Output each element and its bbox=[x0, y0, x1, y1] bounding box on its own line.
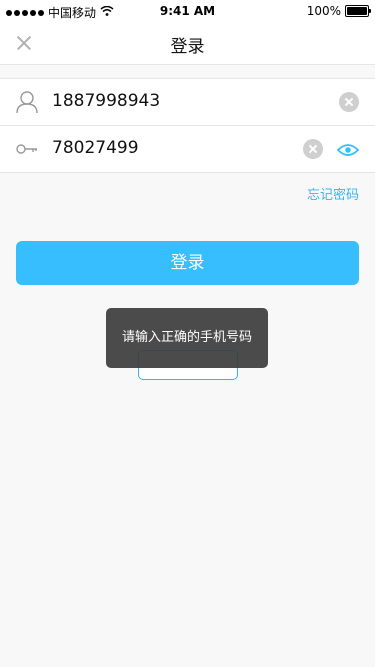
battery-label: 100% bbox=[306, 4, 341, 18]
password-row: 78027499 bbox=[0, 125, 375, 172]
key-icon bbox=[14, 136, 40, 162]
password-input[interactable]: 78027499 bbox=[52, 138, 139, 158]
clear-password-icon[interactable] bbox=[303, 139, 323, 159]
login-form: 1887998943 78027499 bbox=[0, 78, 375, 173]
clear-phone-icon[interactable] bbox=[339, 92, 359, 112]
nav-bar: 登录 bbox=[0, 22, 375, 65]
user-icon bbox=[14, 89, 40, 115]
eye-icon[interactable] bbox=[336, 142, 360, 156]
phone-input[interactable]: 1887998943 bbox=[52, 91, 160, 111]
phone-row: 1887998943 bbox=[0, 79, 375, 125]
login-button[interactable]: 登录 bbox=[16, 241, 359, 285]
status-right: 100% bbox=[306, 4, 371, 18]
page-title: 登录 bbox=[170, 37, 205, 57]
forgot-password-link[interactable]: 忘记密码 bbox=[307, 184, 359, 203]
status-bar: 中国移动 9:41 AM 100% bbox=[0, 0, 375, 22]
battery-icon bbox=[345, 5, 371, 17]
toast-message: 请输入正确的手机号码 bbox=[106, 308, 268, 368]
